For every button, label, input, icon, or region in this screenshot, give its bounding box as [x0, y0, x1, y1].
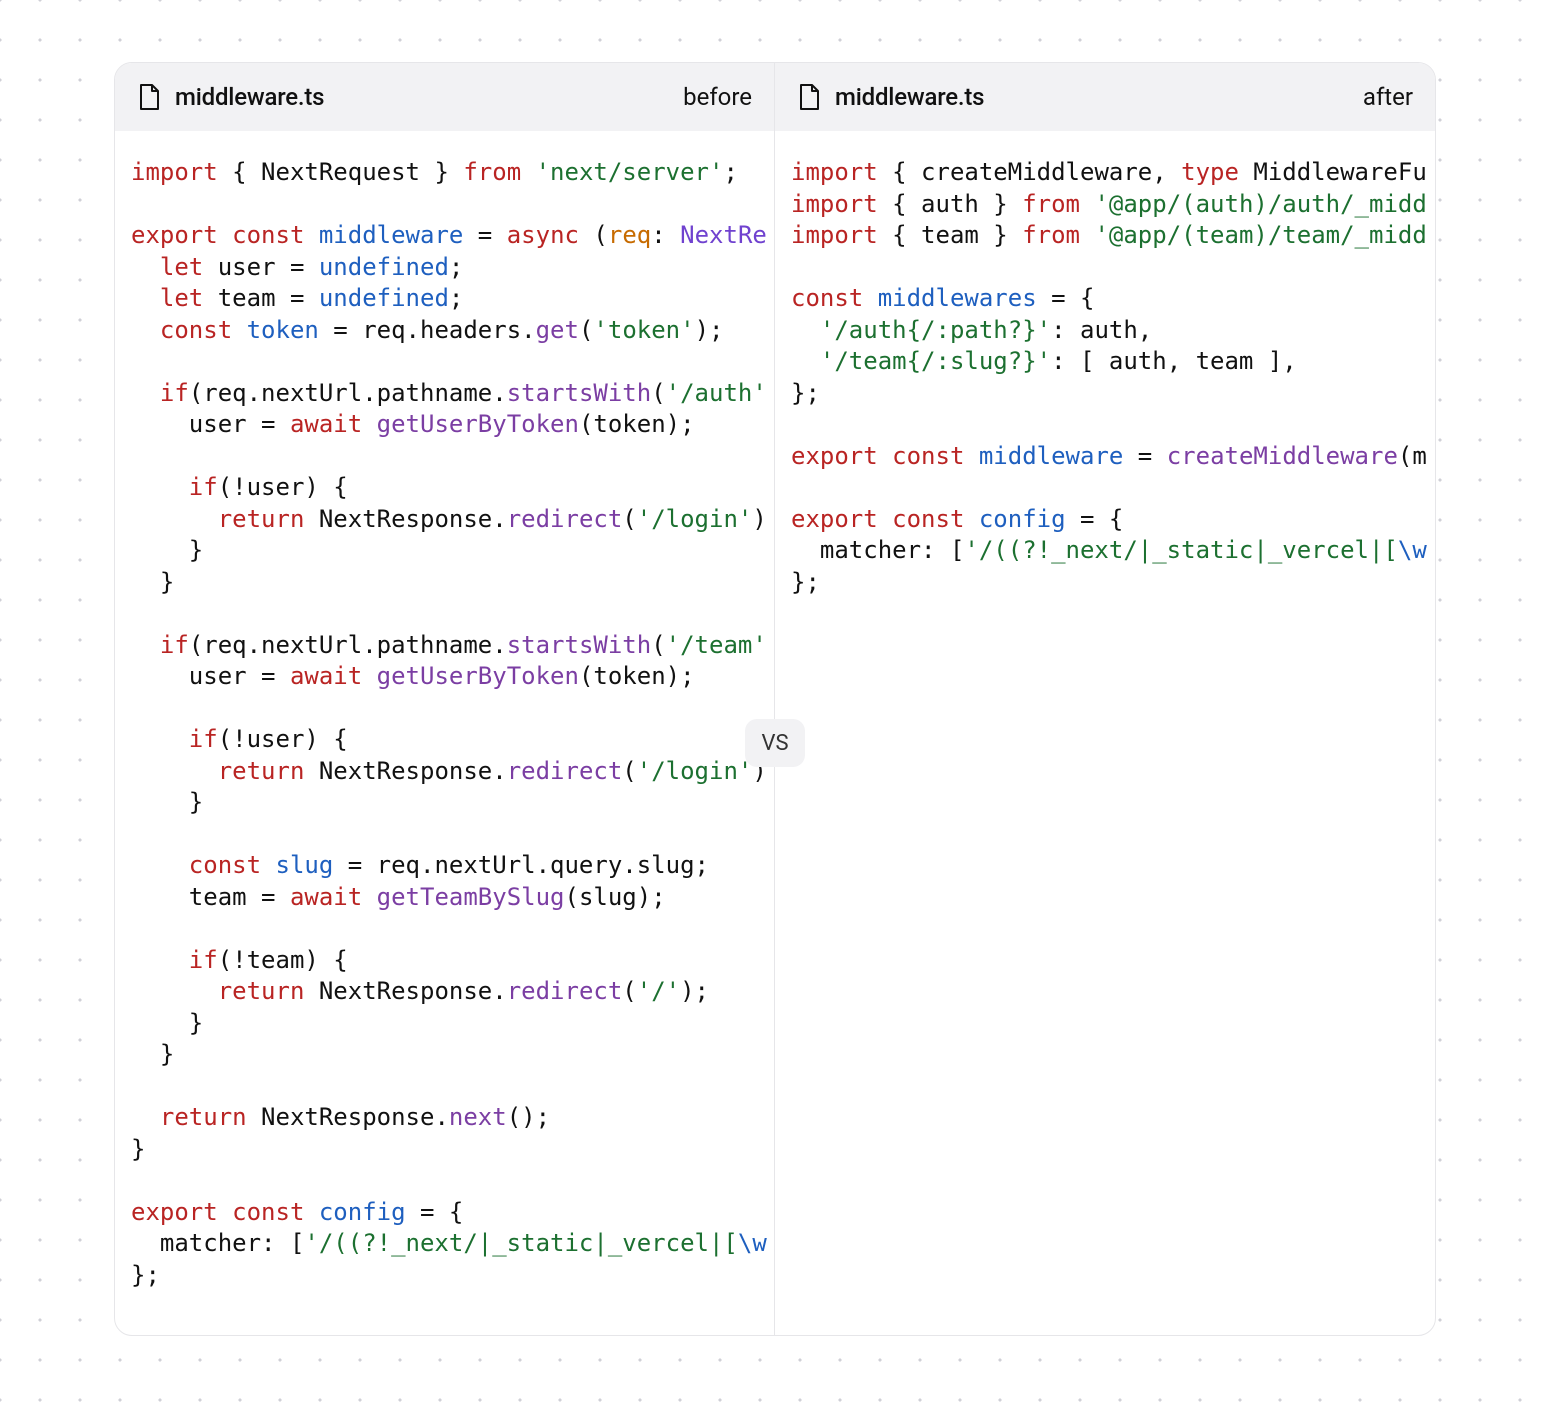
- after-tag: after: [1363, 83, 1413, 111]
- after-pane: middleware.ts after import { createMiddl…: [775, 63, 1435, 1335]
- code-compare-card: middleware.ts before import { NextReques…: [114, 62, 1436, 1336]
- before-tag: before: [683, 83, 752, 111]
- before-header: middleware.ts before: [115, 63, 774, 131]
- file-icon: [797, 83, 821, 111]
- vs-label: VS: [761, 731, 788, 756]
- after-header: middleware.ts after: [775, 63, 1435, 131]
- vs-badge: VS: [745, 719, 805, 767]
- before-pane: middleware.ts before import { NextReques…: [115, 63, 775, 1335]
- before-header-left: middleware.ts: [137, 83, 324, 111]
- file-icon: [137, 83, 161, 111]
- before-filename: middleware.ts: [175, 83, 324, 111]
- before-code: import { NextRequest } from 'next/server…: [115, 131, 774, 1335]
- after-header-left: middleware.ts: [797, 83, 984, 111]
- after-filename: middleware.ts: [835, 83, 984, 111]
- after-code: import { createMiddleware, type Middlewa…: [775, 131, 1435, 1335]
